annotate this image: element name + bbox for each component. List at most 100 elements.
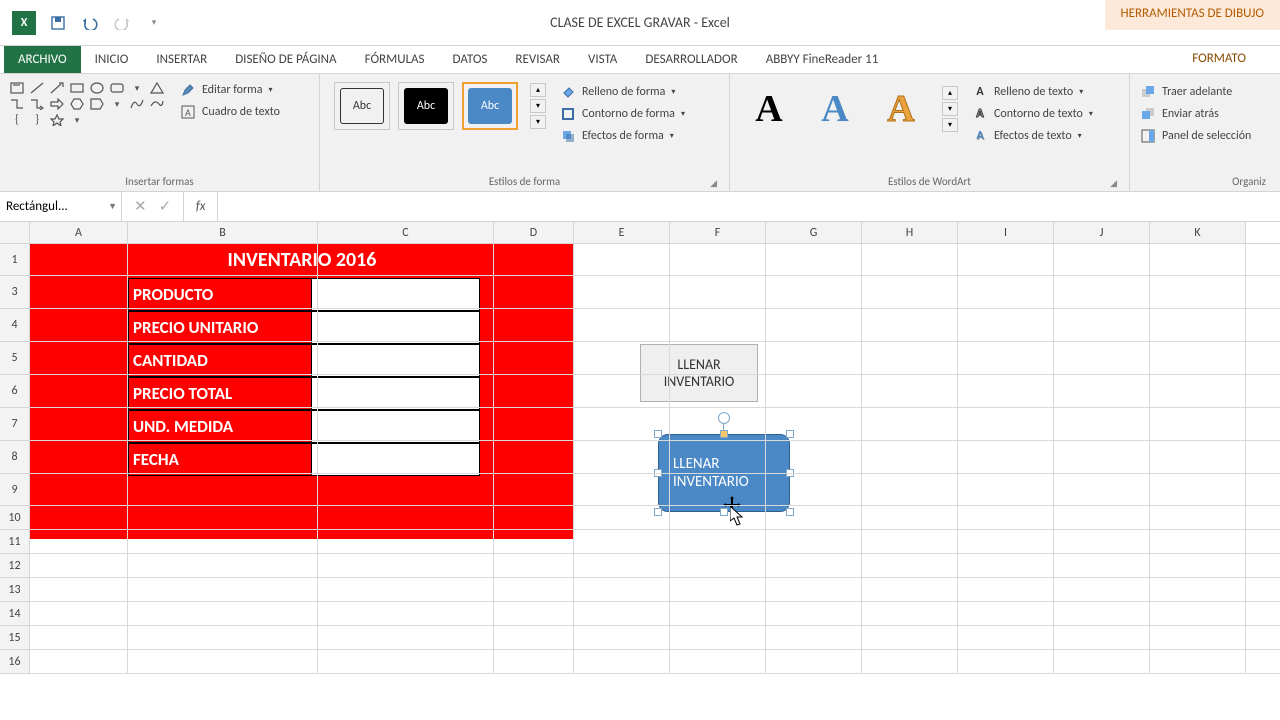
redo-button[interactable] (112, 13, 132, 33)
form-field-input[interactable] (312, 278, 480, 311)
column-header[interactable]: G (766, 222, 862, 243)
shape-more3-icon[interactable]: ▾ (70, 114, 84, 126)
row-header[interactable]: 5 (0, 342, 30, 375)
row-header[interactable]: 8 (0, 441, 30, 474)
fx-button[interactable]: fx (184, 192, 218, 221)
save-button[interactable] (48, 13, 68, 33)
shape-freeform-icon[interactable] (150, 98, 164, 110)
text-outline-button[interactable]: A Contorno de texto ▾ (972, 106, 1093, 122)
shape-pentagon-icon[interactable] (90, 98, 104, 110)
formula-input[interactable] (218, 192, 1280, 221)
cells-area[interactable]: INVENTARIO 2016 PRODUCTOPRECIO UNITARIOC… (30, 244, 1280, 674)
tab-formulas[interactable]: FÓRMULAS (351, 46, 439, 73)
edit-shape-button[interactable]: Editar forma ▾ (180, 82, 280, 98)
tab-datos[interactable]: DATOS (439, 46, 502, 73)
shape-style-gallery[interactable]: Abc Abc Abc ▴ ▾ ▾ (330, 78, 546, 130)
resize-handle[interactable] (720, 508, 728, 516)
shape-elbow-icon[interactable] (10, 98, 24, 110)
resize-handle[interactable] (720, 430, 728, 438)
column-header[interactable]: J (1054, 222, 1150, 243)
column-header[interactable]: H (862, 222, 958, 243)
row-header[interactable]: 3 (0, 276, 30, 309)
column-header[interactable]: K (1150, 222, 1246, 243)
tab-revisar[interactable]: REVISAR (501, 46, 574, 73)
row-header[interactable]: 10 (0, 506, 30, 530)
shape-triangle-icon[interactable] (150, 82, 164, 94)
form-field-input[interactable] (312, 377, 480, 410)
row-header[interactable]: 13 (0, 578, 30, 602)
shape-star-icon[interactable] (50, 114, 64, 126)
shape-lbrace-icon[interactable]: { (10, 114, 24, 126)
shape-curve-icon[interactable] (130, 98, 144, 110)
column-header[interactable]: F (670, 222, 766, 243)
text-effects-button[interactable]: A Efectos de texto ▾ (972, 128, 1093, 144)
shape-textbox-icon[interactable] (10, 82, 24, 94)
row-header[interactable]: 16 (0, 650, 30, 674)
shape-more2-icon[interactable]: ▾ (110, 98, 124, 110)
wordart-thumb-1[interactable]: A (740, 82, 798, 136)
row-header[interactable]: 15 (0, 626, 30, 650)
shape-fill-button[interactable]: Relleno de forma ▾ (560, 84, 685, 100)
shape-hexagon-icon[interactable] (70, 98, 84, 110)
shape-rect-icon[interactable] (70, 82, 84, 94)
form-field-input[interactable] (312, 443, 480, 476)
shape-effects-button[interactable]: Efectos de forma ▾ (560, 128, 685, 144)
column-header[interactable]: D (494, 222, 574, 243)
shapes-gallery[interactable]: ▾ ▾ { } ▾ (10, 78, 170, 126)
tab-vista[interactable]: VISTA (574, 46, 631, 73)
form-field-input[interactable] (312, 311, 480, 344)
column-header[interactable]: I (958, 222, 1054, 243)
row-header[interactable]: 11 (0, 530, 30, 554)
shape-line-icon[interactable] (30, 82, 44, 94)
formula-cancel-button[interactable]: ✕ (134, 197, 147, 216)
resize-handle[interactable] (654, 508, 662, 516)
formula-enter-button[interactable]: ✓ (159, 197, 172, 216)
resize-handle[interactable] (654, 430, 662, 438)
llenar-inventario-button-gray[interactable]: LLENAR INVENTARIO (640, 344, 758, 402)
row-header[interactable]: 14 (0, 602, 30, 626)
gallery-down-button[interactable]: ▾ (530, 99, 546, 113)
column-header[interactable]: C (318, 222, 494, 243)
column-header[interactable]: B (128, 222, 318, 243)
row-header[interactable]: 7 (0, 408, 30, 441)
shape-rbrace-icon[interactable]: } (30, 114, 44, 126)
tab-diseno-pagina[interactable]: DISEÑO DE PÁGINA (221, 46, 350, 73)
wordart-thumb-3[interactable]: A (872, 82, 930, 136)
tab-abbyy[interactable]: ABBYY FineReader 11 (752, 46, 893, 73)
undo-button[interactable] (80, 13, 100, 33)
form-field-input[interactable] (312, 410, 480, 443)
dialog-launcher-icon-wordart[interactable]: ◢ (1110, 178, 1117, 189)
row-header[interactable]: 6 (0, 375, 30, 408)
selection-pane-button[interactable]: Panel de selección (1140, 128, 1251, 144)
shape-elbow-arrow-icon[interactable] (30, 98, 44, 110)
dialog-launcher-icon--shape-styles[interactable]: ◢ (710, 178, 717, 189)
wa-gallery-up-button[interactable]: ▴ (942, 86, 958, 100)
shape-outline-button[interactable]: Contorno de forma ▾ (560, 106, 685, 122)
wa-gallery-down-button[interactable]: ▾ (942, 102, 958, 116)
resize-handle[interactable] (786, 508, 794, 516)
gallery-up-button[interactable]: ▴ (530, 83, 546, 97)
wordart-thumb-2[interactable]: A (806, 82, 864, 136)
row-header[interactable]: 1 (0, 244, 30, 276)
qat-customize-dropdown[interactable]: ▾ (144, 13, 164, 33)
bring-forward-button[interactable]: Traer adelante (1140, 84, 1251, 100)
name-box[interactable]: Rectángul... ▼ (0, 192, 122, 221)
tab-desarrollador[interactable]: DESARROLLADOR (631, 46, 751, 73)
row-header[interactable]: 4 (0, 309, 30, 342)
style-thumb-2[interactable]: Abc (398, 82, 454, 130)
send-backward-button[interactable]: Enviar atrás (1140, 106, 1251, 122)
rotate-handle[interactable] (718, 412, 730, 424)
wa-gallery-more-button[interactable]: ▾ (942, 118, 958, 132)
tab-insertar[interactable]: INSERTAR (142, 46, 221, 73)
shape-more1-icon[interactable]: ▾ (130, 82, 144, 94)
wordart-gallery[interactable]: A A A ▴ ▾ ▾ (740, 78, 958, 136)
text-fill-button[interactable]: A Relleno de texto ▾ (972, 84, 1093, 100)
shape-right-arrow-icon[interactable] (50, 98, 64, 110)
column-header[interactable]: E (574, 222, 670, 243)
style-thumb-3[interactable]: Abc (462, 82, 518, 130)
shape-roundrect-icon[interactable] (110, 82, 124, 94)
form-field-input[interactable] (312, 344, 480, 377)
tab-formato[interactable]: FORMATO (1178, 46, 1260, 73)
select-all-button[interactable] (0, 222, 30, 243)
text-box-button[interactable]: A Cuadro de texto (180, 104, 280, 120)
